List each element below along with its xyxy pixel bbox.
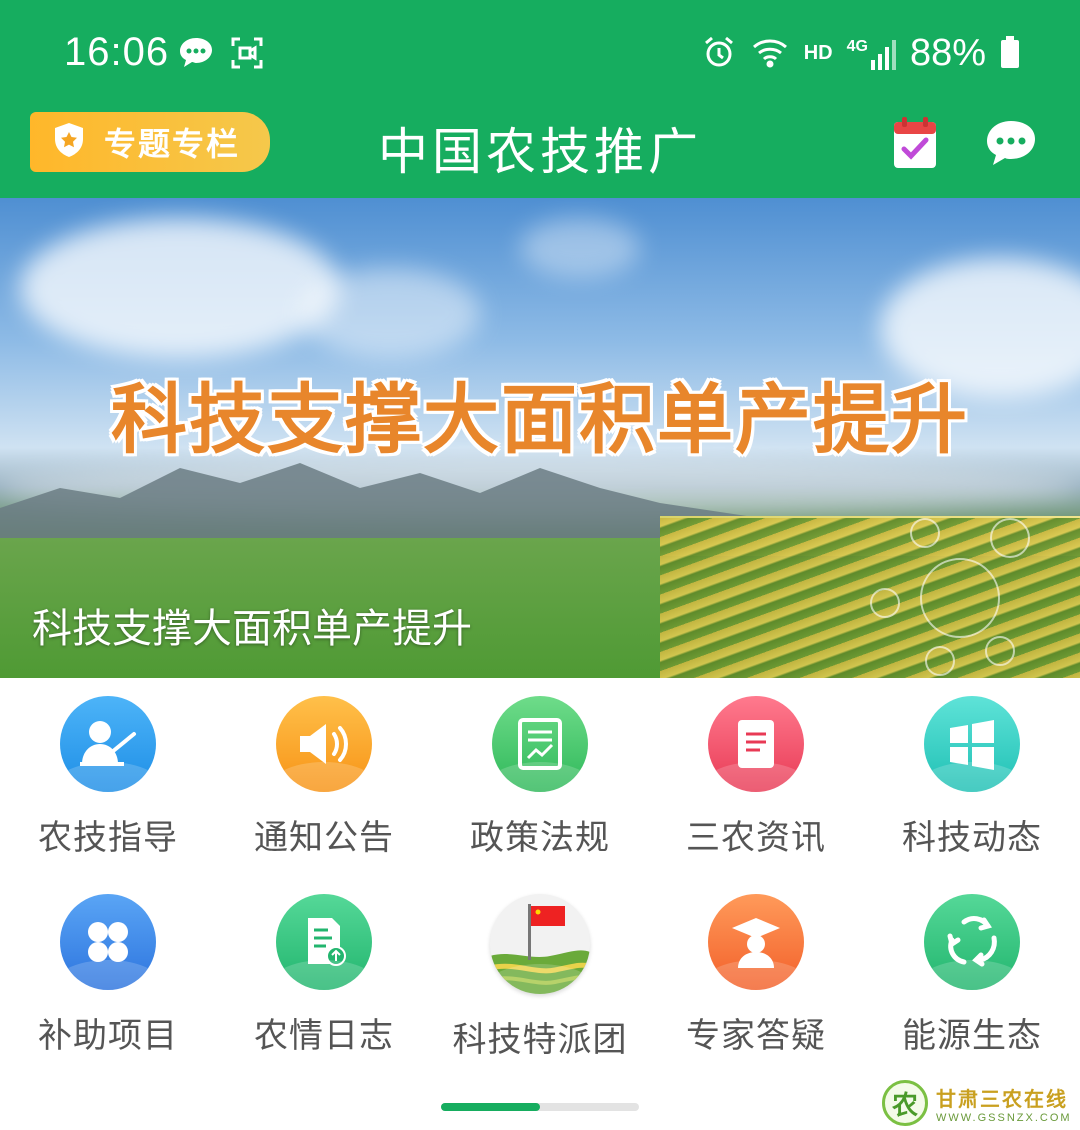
alarm-icon bbox=[702, 35, 736, 73]
status-notification-icons bbox=[178, 36, 264, 74]
watermark-name: 甘肃三农在线 bbox=[936, 1086, 1068, 1111]
screen-record-icon bbox=[230, 36, 264, 74]
grid-item-label: 能源生态 bbox=[902, 1016, 1042, 1056]
grid-item-subsidy[interactable]: 补助项目 bbox=[0, 876, 216, 1066]
battery-level: 88% bbox=[909, 32, 986, 74]
page-indicator bbox=[441, 1103, 639, 1111]
grid-item-label: 通知公告 bbox=[254, 818, 394, 858]
network-hd-label: HD bbox=[803, 42, 833, 64]
document-upload-icon bbox=[276, 894, 372, 990]
grid-item-expert-qa[interactable]: 专家答疑 bbox=[648, 876, 864, 1066]
grid-item-farm-log[interactable]: 农情日志 bbox=[216, 876, 432, 1066]
feature-grid: 农技指导 通知公告 政策法规 三农资讯 科技动态 补助项目 农情日志 科技特派团… bbox=[0, 678, 1080, 1098]
site-watermark: 农 甘肃三农在线 WWW.GSSNZX.COM bbox=[882, 1076, 1080, 1130]
grid-item-label: 专家答疑 bbox=[686, 1016, 826, 1056]
grid-item-label: 农情日志 bbox=[254, 1016, 394, 1056]
battery-icon bbox=[1000, 35, 1020, 73]
grid-item-tech-envoy[interactable]: 科技特派团 bbox=[432, 876, 648, 1066]
grid-item-notices[interactable]: 通知公告 bbox=[216, 678, 432, 868]
chat-notification-icon bbox=[178, 36, 214, 74]
flag-field-icon bbox=[490, 894, 590, 994]
page-indicator-active bbox=[441, 1103, 540, 1111]
cellular-signal-icon: 4G bbox=[847, 38, 896, 70]
wifi-icon bbox=[750, 35, 790, 73]
grid-item-label: 科技特派团 bbox=[452, 1020, 628, 1060]
notepad-icon bbox=[708, 696, 804, 792]
watermark-url: WWW.GSSNZX.COM bbox=[936, 1111, 1072, 1124]
watermark-logo: 农 bbox=[882, 1080, 928, 1126]
speaker-icon bbox=[276, 696, 372, 792]
teacher-icon bbox=[60, 696, 156, 792]
grid-item-energy-eco[interactable]: 能源生态 bbox=[864, 876, 1080, 1066]
chat-bubble-icon[interactable] bbox=[984, 118, 1038, 168]
grid-item-label: 补助项目 bbox=[38, 1016, 178, 1056]
topic-column-button[interactable]: 专题专栏 bbox=[30, 112, 270, 172]
grid-item-label: 政策法规 bbox=[470, 818, 610, 858]
clover-icon bbox=[60, 894, 156, 990]
topic-column-label: 专题专栏 bbox=[104, 125, 241, 163]
shield-star-icon bbox=[52, 121, 86, 163]
grid-item-policy[interactable]: 政策法规 bbox=[432, 678, 648, 868]
windows-icon bbox=[924, 696, 1020, 792]
grid-item-tech-news[interactable]: 科技动态 bbox=[864, 678, 1080, 868]
status-system-icons: HD 4G 88% bbox=[702, 32, 1020, 75]
banner-caption: 科技支撑大面积单产提升 bbox=[32, 606, 472, 652]
grid-item-agri-guidance[interactable]: 农技指导 bbox=[0, 678, 216, 868]
grid-item-label: 农技指导 bbox=[38, 818, 178, 858]
status-time: 16:06 bbox=[64, 30, 170, 74]
hero-banner[interactable]: 科技支撑大面积单产提升 科技支撑大面积单产提升 bbox=[0, 198, 1080, 678]
grid-item-label: 科技动态 bbox=[902, 818, 1042, 858]
recycle-icon bbox=[924, 894, 1020, 990]
grid-item-label: 三农资讯 bbox=[686, 818, 826, 858]
graduate-icon bbox=[708, 894, 804, 990]
network-gen-label: 4G bbox=[846, 37, 868, 55]
grid-item-rural-news[interactable]: 三农资讯 bbox=[648, 678, 864, 868]
app-header: 16:06 HD 4G 88% 专题专栏 中国农技推广 bbox=[0, 0, 1080, 198]
document-chart-icon bbox=[492, 696, 588, 792]
calendar-check-icon[interactable] bbox=[892, 116, 938, 170]
banner-headline: 科技支撑大面积单产提升 bbox=[111, 375, 969, 464]
